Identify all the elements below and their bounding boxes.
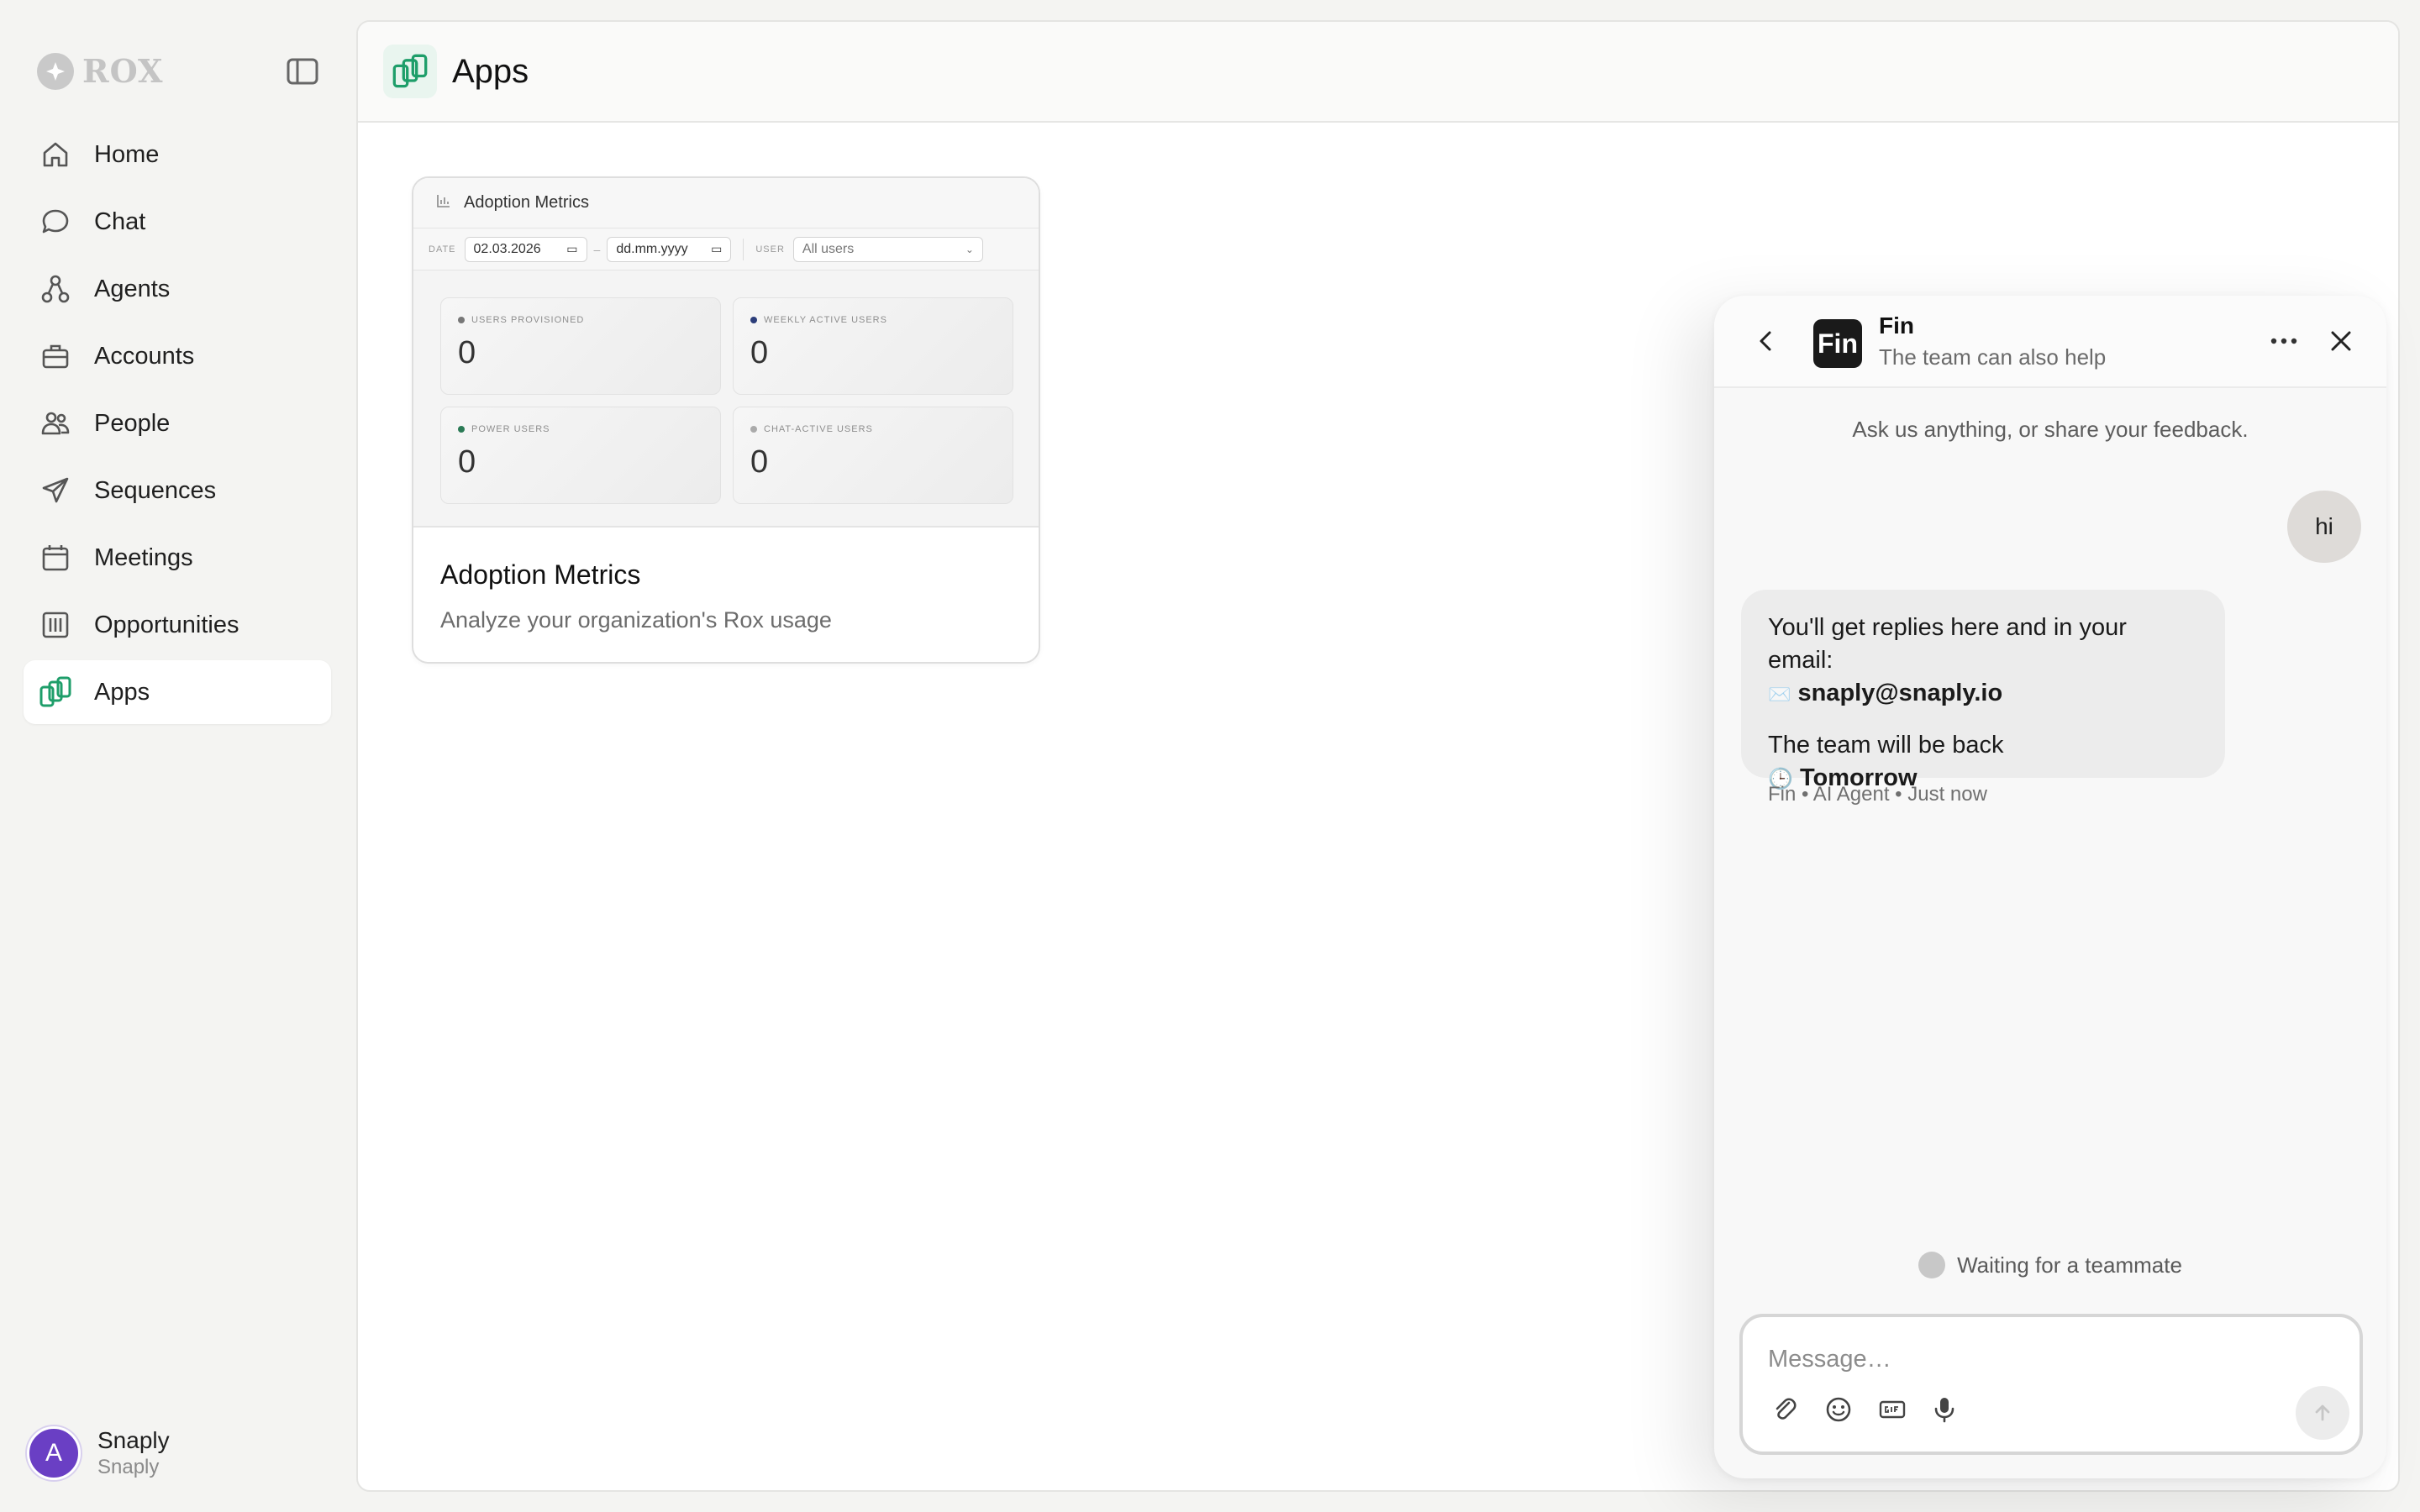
bot-message-bubble: You'll get replies here and in your emai… — [1741, 590, 2225, 791]
preview-title: Adoption Metrics — [464, 193, 589, 212]
sidebar-item-agents[interactable]: Agents — [24, 257, 331, 321]
message-meta: Fin • AI Agent • Just now — [1768, 783, 1987, 806]
sidebar-item-opportunities[interactable]: Opportunities — [24, 593, 331, 657]
brand-logo[interactable]: ROX — [37, 52, 164, 90]
sidebar-item-label: Sequences — [94, 476, 217, 504]
sidebar-item-label: Accounts — [94, 342, 195, 370]
home-icon — [39, 138, 72, 171]
apps-icon — [39, 675, 72, 709]
date-from-field: 02.03.2026 ▭ — [464, 236, 587, 262]
chat-title: Fin — [1879, 312, 1914, 339]
calendar-icon — [39, 541, 72, 575]
metric-tile: USERS PROVISIONED 0 — [440, 297, 721, 395]
chat-widget: Fin Fin The team can also help Ask us an… — [1714, 296, 2386, 1478]
user-org: Snaply — [97, 1456, 160, 1478]
page-header: Apps — [358, 22, 2398, 123]
bar-chart-icon — [435, 192, 452, 213]
apps-icon — [383, 45, 437, 98]
sidebar-item-sequences[interactable]: Sequences — [24, 459, 331, 522]
sidebar-item-people[interactable]: People — [24, 391, 331, 455]
user-name: Snaply — [97, 1427, 170, 1453]
briefcase-icon — [39, 339, 72, 373]
metric-tile: POWER USERS 0 — [440, 407, 721, 504]
bot-email: snaply@snaply.io — [1797, 680, 2003, 706]
sidebar-item-home[interactable]: Home — [24, 123, 331, 186]
page-title: Apps — [452, 52, 529, 90]
sidebar-item-label: Agents — [94, 275, 171, 302]
sidebar-item-label: Opportunities — [94, 611, 239, 638]
brand-name: ROX — [82, 52, 164, 90]
microphone-icon[interactable] — [1928, 1393, 1961, 1426]
attachment-icon[interactable] — [1768, 1393, 1802, 1426]
avatar: A — [27, 1426, 81, 1480]
agents-icon — [39, 272, 72, 306]
app-card-adoption-metrics[interactable]: Adoption Metrics DATE 02.03.2026 ▭ – dd.m… — [412, 176, 1040, 664]
rox-logo-icon — [37, 52, 74, 90]
metric-tile: CHAT-ACTIVE USERS 0 — [733, 407, 1013, 504]
emoji-icon[interactable] — [1822, 1393, 1855, 1426]
sidebar-item-accounts[interactable]: Accounts — [24, 324, 331, 388]
sidebar-item-label: People — [94, 409, 171, 437]
metric-tile: WEEKLY ACTIVE USERS 0 — [733, 297, 1013, 395]
rox-logo-icon — [1918, 1252, 1946, 1278]
people-icon — [39, 407, 72, 440]
envelope-icon: ✉️ — [1768, 684, 1791, 705]
user-menu[interactable]: A Snaply Snaply — [27, 1426, 170, 1480]
close-icon[interactable] — [2324, 324, 2358, 358]
message-composer — [1739, 1314, 2363, 1455]
sidebar-item-apps[interactable]: Apps — [24, 660, 331, 724]
user-select: All users ⌄ — [792, 236, 983, 262]
arrow-up-icon — [2315, 1404, 2330, 1421]
user-message-bubble: hi — [2287, 491, 2361, 563]
sidebar-item-chat[interactable]: Chat — [24, 190, 331, 254]
chat-subtitle: The team can also help — [1879, 344, 2107, 370]
chat-header: Fin Fin The team can also help — [1714, 296, 2386, 388]
sidebar-item-label: Apps — [94, 678, 150, 706]
fin-logo: Fin — [1813, 319, 1862, 368]
more-options-icon[interactable] — [2267, 326, 2301, 356]
sidebar-item-label: Meetings — [94, 543, 193, 571]
date-to-field: dd.mm.yyyy ▭ — [607, 236, 732, 262]
columns-icon — [39, 608, 72, 642]
date-separator: – — [593, 242, 601, 256]
sidebar-item-label: Chat — [94, 207, 146, 235]
app-preview: Adoption Metrics DATE 02.03.2026 ▭ – dd.m… — [413, 178, 1039, 528]
waiting-status: Waiting for a teammate — [1714, 1252, 2386, 1278]
back-icon[interactable] — [1751, 326, 1781, 356]
sidebar: ROX Home Chat Agents Accounts People Seq… — [0, 0, 356, 1512]
chat-bubble-icon — [39, 205, 72, 239]
app-card-description: Analyze your organization's Rox usage — [440, 607, 832, 633]
gif-icon[interactable] — [1876, 1393, 1909, 1426]
sidebar-toggle-icon[interactable] — [286, 57, 323, 87]
sidebar-item-label: Home — [94, 140, 160, 168]
send-button[interactable] — [2296, 1386, 2349, 1440]
app-card-title: Adoption Metrics — [440, 559, 641, 590]
user-label: USER — [755, 244, 785, 255]
sidebar-item-meetings[interactable]: Meetings — [24, 526, 331, 590]
sidebar-nav: Home Chat Agents Accounts People Sequenc… — [24, 123, 331, 727]
paper-plane-icon — [39, 474, 72, 507]
chat-intro: Ask us anything, or share your feedback. — [1852, 417, 2249, 442]
date-label: DATE — [429, 244, 456, 255]
message-input[interactable] — [1768, 1342, 2323, 1376]
